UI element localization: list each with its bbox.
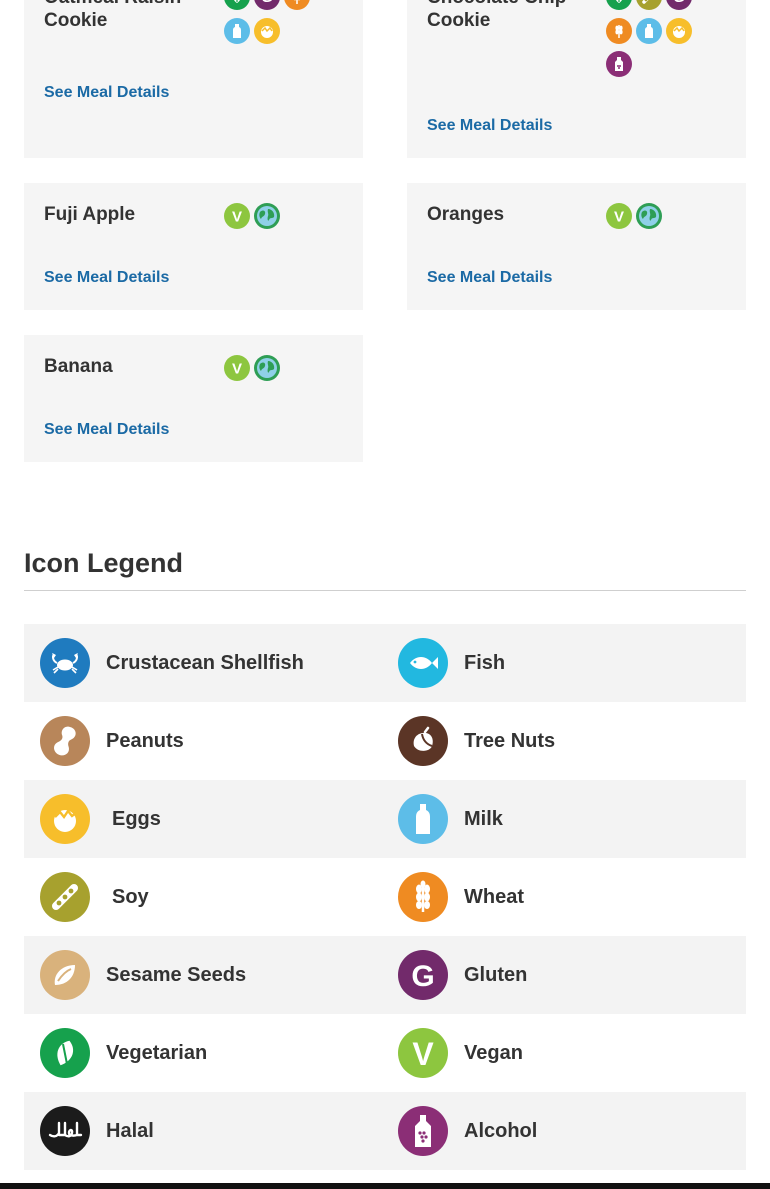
legend-label: Vegan xyxy=(464,1042,523,1064)
sesame-seed-icon xyxy=(40,950,90,1000)
legend-row: Sesame Seeds G Gluten xyxy=(24,936,746,1014)
wheat-icon xyxy=(398,872,448,922)
halal-icon xyxy=(40,1106,90,1156)
vegan-v-icon: V xyxy=(224,203,250,229)
gluten-g-icon: G xyxy=(254,0,280,10)
meal-title: Fuji Apple xyxy=(44,204,136,225)
meal-card-fuji-apple: Fuji Apple V See Meal Details xyxy=(24,183,363,310)
legend-title: Icon Legend xyxy=(24,548,184,578)
peanut-icon xyxy=(40,716,90,766)
vegan-v-icon: V xyxy=(398,1028,448,1078)
crab-icon xyxy=(40,638,90,688)
egg-icon xyxy=(254,18,280,44)
legend-row: Peanuts Tree Nuts xyxy=(24,702,746,780)
legend-row: Soy Wheat xyxy=(24,858,746,936)
vegetarian-icon xyxy=(224,0,250,10)
svg-text:G: G xyxy=(261,0,273,5)
legend-label: Gluten xyxy=(464,964,528,986)
soybean-icon xyxy=(40,872,90,922)
egg-icon xyxy=(40,794,90,844)
leaf-icon xyxy=(40,1028,90,1078)
milk-bottle-icon xyxy=(636,18,662,44)
legend-label: Wheat xyxy=(464,886,524,908)
meal-card-banana: Banana V See Meal Details xyxy=(24,335,363,462)
see-meal-details-link[interactable]: See Meal Details xyxy=(44,269,169,287)
see-meal-details-link[interactable]: See Meal Details xyxy=(44,421,169,439)
globe-icon xyxy=(254,355,280,381)
meal-title: Banana xyxy=(44,356,113,377)
milk-bottle-icon xyxy=(224,18,250,44)
legend-row: Crustacean Shellfish Fish xyxy=(24,624,746,702)
legend-row: Vegetarian V Vegan xyxy=(24,1014,746,1092)
svg-text:V: V xyxy=(412,1036,434,1070)
svg-text:G: G xyxy=(411,960,434,992)
legend-label: Soy xyxy=(112,886,149,908)
svg-text:V: V xyxy=(232,361,242,377)
vegan-v-icon: V xyxy=(606,203,632,229)
legend-label: Eggs xyxy=(112,808,161,830)
meal-title: Oranges xyxy=(427,204,505,225)
milk-bottle-icon xyxy=(398,794,448,844)
alcohol-bottle-icon xyxy=(398,1106,448,1156)
meal-card-chocolate-chip-cookie: Chocolate Chip Cookie G See Meal Details xyxy=(407,0,746,158)
meal-card-oranges: Oranges V See Meal Details xyxy=(407,183,746,310)
gluten-g-icon: G xyxy=(398,950,448,1000)
see-meal-details-link[interactable]: See Meal Details xyxy=(427,117,552,135)
footer-bar xyxy=(0,1183,770,1189)
vegetarian-icon xyxy=(606,0,632,10)
see-meal-details-link[interactable]: See Meal Details xyxy=(44,84,169,102)
globe-icon xyxy=(254,203,280,229)
vegan-v-icon: V xyxy=(224,355,250,381)
legend-row: Eggs Milk xyxy=(24,780,746,858)
legend-label: Peanuts xyxy=(106,730,184,752)
legend-label: Milk xyxy=(464,808,503,830)
svg-text:V: V xyxy=(232,209,242,225)
svg-text:V: V xyxy=(614,209,624,225)
legend-label: Fish xyxy=(464,652,506,674)
see-meal-details-link[interactable]: See Meal Details xyxy=(427,269,552,287)
legend-label: Crustacean Shellfish xyxy=(106,652,304,674)
legend-label: Alcohol xyxy=(464,1120,538,1142)
soybean-icon xyxy=(636,0,662,10)
svg-text:G: G xyxy=(673,0,685,5)
egg-icon xyxy=(666,18,692,44)
acorn-icon xyxy=(398,716,448,766)
meal-card-oatmeal-raisin-cookie: Oatmeal Raisin Cookie G See Meal Details xyxy=(24,0,363,158)
alcohol-bottle-icon xyxy=(606,51,632,77)
wheat-icon xyxy=(284,0,310,10)
meal-title: Oatmeal Raisin Cookie xyxy=(44,0,181,31)
meal-title: Chocolate Chip Cookie xyxy=(427,0,566,31)
gluten-g-icon: G xyxy=(666,0,692,10)
legend-divider xyxy=(24,590,746,591)
wheat-icon xyxy=(606,18,632,44)
legend-row: Halal Alcohol xyxy=(24,1092,746,1170)
fish-icon xyxy=(398,638,448,688)
legend-label: Vegetarian xyxy=(106,1042,208,1064)
globe-icon xyxy=(636,203,662,229)
legend-label: Halal xyxy=(106,1120,154,1142)
legend-label: Tree Nuts xyxy=(464,730,556,752)
legend-label: Sesame Seeds xyxy=(106,964,247,986)
